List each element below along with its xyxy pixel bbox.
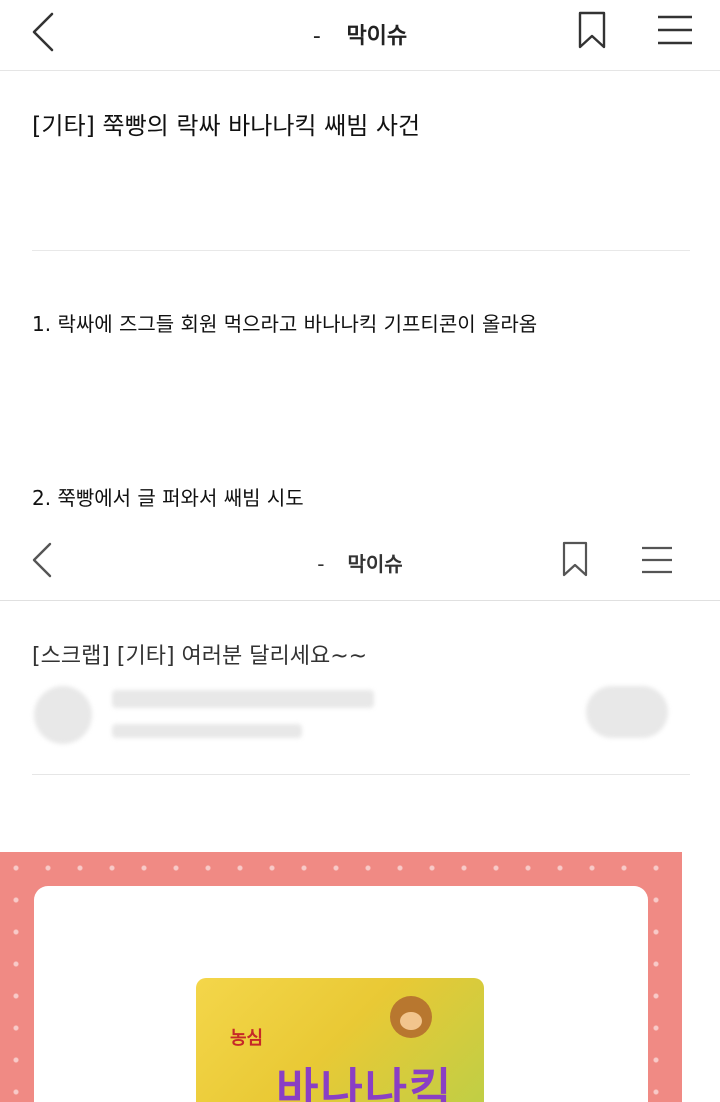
- blurred-author-line: [112, 690, 374, 708]
- embedded-divider: [32, 774, 690, 775]
- post-paragraph-2: 2. 쭉빵에서 글 퍼와서 쌔빔 시도: [32, 486, 304, 510]
- bookmark-icon: [562, 541, 588, 577]
- page-title: - 막이슈: [0, 18, 720, 50]
- blurred-comment-icon: [586, 686, 668, 738]
- embedded-title-dash: -: [317, 552, 325, 576]
- embedded-screenshot: - 막이슈 [스크랩] [기타] 여러분 달리세요~~ 농심 바나나킥: [0, 518, 720, 1102]
- brand-logo: 농심: [230, 1028, 264, 1049]
- embedded-app-bar: - 막이슈: [0, 518, 720, 601]
- board-name: 막이슈: [346, 24, 408, 49]
- top-app-bar: - 막이슈: [0, 0, 720, 71]
- hamburger-menu-icon[interactable]: [656, 13, 694, 47]
- product-name: 바나나킥: [276, 1063, 454, 1102]
- monkey-mascot-icon: [390, 996, 432, 1038]
- embedded-board-name: 막이슈: [347, 552, 403, 576]
- post-title: [기타] 쭉빵의 락싸 바나나킥 쌔빔 사건: [32, 112, 421, 140]
- embedded-post-title: [스크랩] [기타] 여러분 달리세요~~: [32, 644, 368, 669]
- blurred-avatar: [34, 686, 92, 744]
- post-paragraph-1: 1. 락싸에 즈그들 회원 먹으라고 바나나킥 기프티콘이 올라옴: [32, 312, 538, 336]
- bookmark-icon[interactable]: [576, 10, 608, 50]
- title-dash: -: [312, 24, 321, 49]
- hamburger-menu-icon: [642, 546, 672, 574]
- divider: [32, 250, 690, 251]
- embedded-page-title: - 막이슈: [0, 548, 720, 577]
- blurred-meta-line: [112, 724, 302, 738]
